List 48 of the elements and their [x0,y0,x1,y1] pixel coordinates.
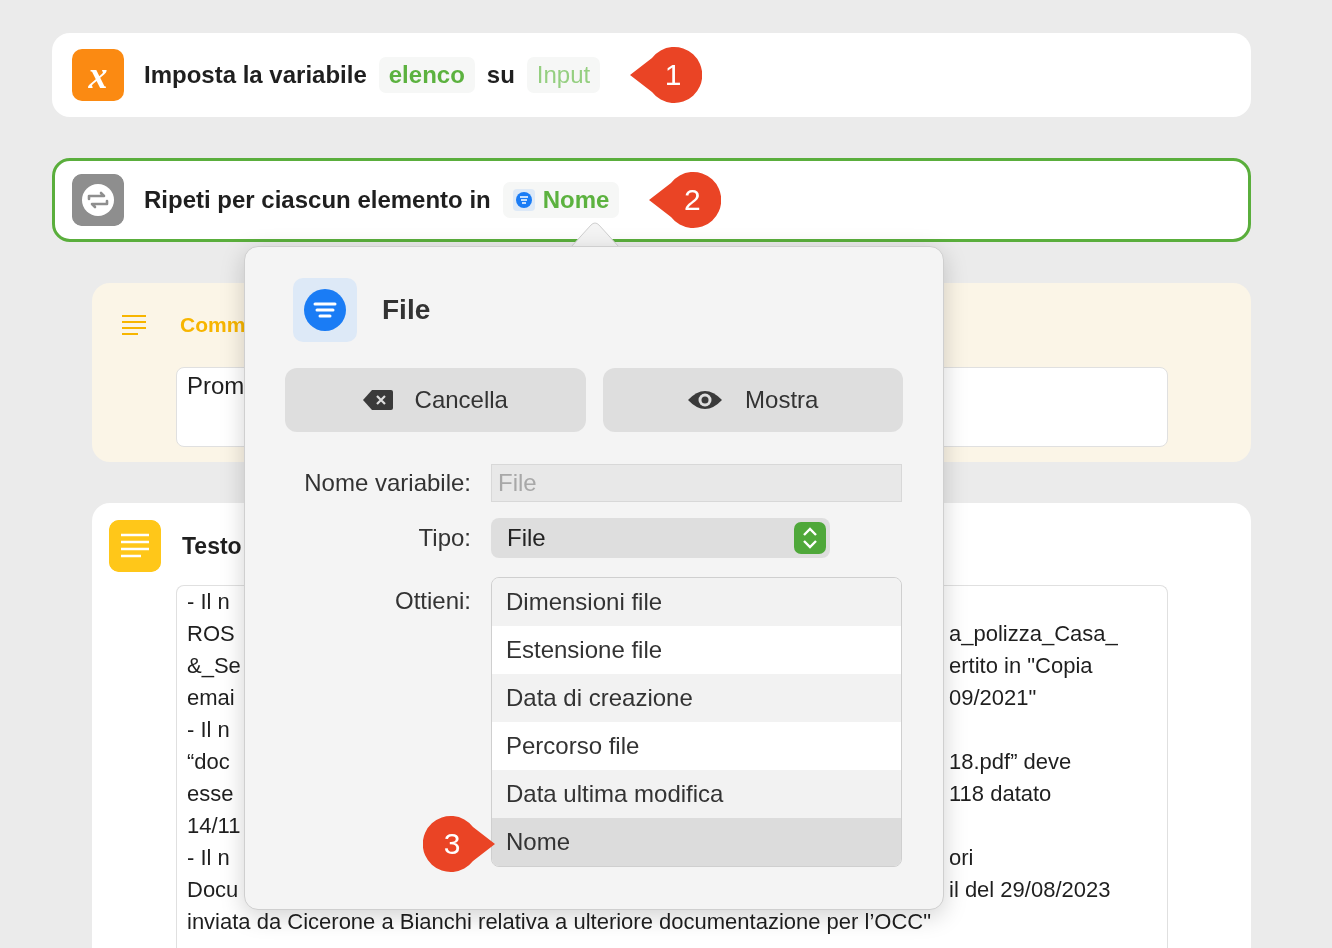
list-item[interactable]: Estensione file [492,626,901,674]
popover-title: File [382,294,431,326]
action-text: Ripeti per ciascun elemento in [144,186,491,214]
callout-marker [423,815,495,873]
show-button[interactable]: Mostra [602,368,903,432]
text-line: &_Se [187,652,241,680]
text-line: Docu [187,876,239,904]
comment-title: Comm [180,313,246,337]
text-line: ori [949,844,974,872]
field-label: Tipo: [418,523,471,553]
text-line: - Il n [187,588,230,616]
text-line: ertito in "Copia [949,652,1093,680]
eye-icon [687,389,724,411]
clear-button[interactable]: Cancella [285,368,586,432]
text-line: - Il n [187,716,230,744]
action-text: Imposta la variabile [144,61,367,89]
text-line: 09/2021" [949,684,1037,712]
text-line: il del 29/08/2023 [949,876,1111,904]
text-line: - Il n [187,844,230,872]
field-label: Ottieni: [394,586,471,616]
text-line: 18.pdf” deve [949,748,1072,776]
text-icon [109,520,161,572]
file-icon [512,189,535,211]
text-line: 14/11 [187,812,241,840]
variable-name-field[interactable]: File [491,464,902,502]
callout-number: 1 [664,57,682,93]
text-line: ROS [187,620,235,648]
text-line: a_polizza_Casa_ [949,620,1118,648]
repeat-icon [72,174,124,226]
file-icon [293,278,357,342]
text-line: “doc [187,748,230,776]
text-line: 118 datato [949,780,1052,808]
text-line: emai [187,684,235,712]
list-item[interactable]: Nome [492,818,901,866]
callout-number: 3 [443,826,461,862]
stepper-icon [794,522,826,554]
type-dropdown[interactable]: File [491,518,830,558]
action-text: su [486,61,515,89]
text-title: Testo [182,532,242,560]
variable-icon: x [72,49,124,101]
delete-icon [362,389,393,411]
list-item[interactable]: Percorso file [492,722,901,770]
field-label: Nome variabile: [304,468,471,498]
callout-number: 2 [684,182,701,218]
text-line: esse [187,780,234,808]
comment-icon [122,314,146,336]
action-card[interactable]: Ripeti per ciascun elemento in Nome 2 [52,158,1251,242]
text-line: inviata da Cicerone a Bianchi relativa a ulteriore documentazione per l’OCC" [187,908,931,936]
